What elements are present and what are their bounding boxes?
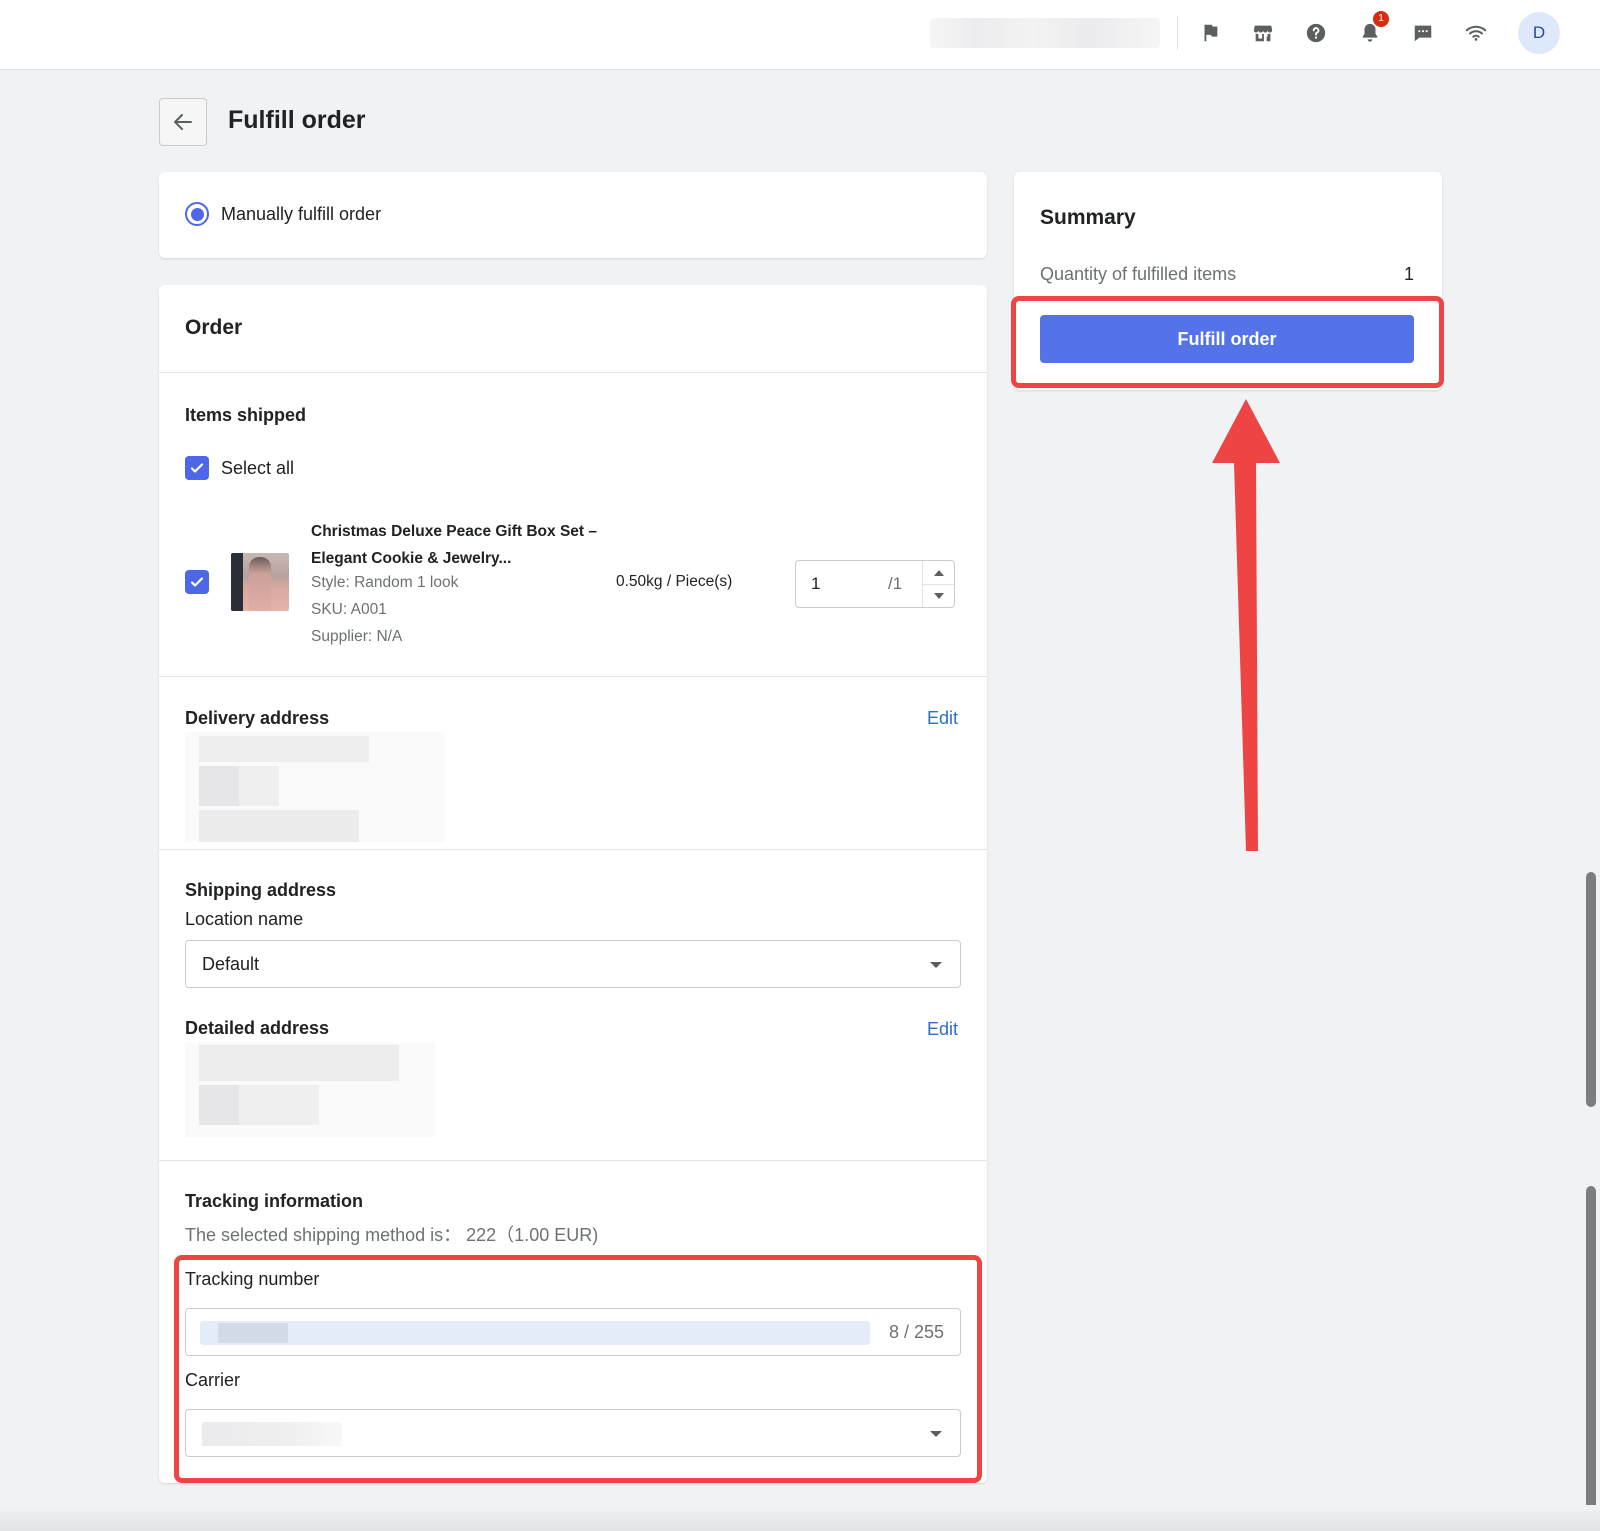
page-title: Fulfill order (228, 106, 366, 134)
divider (159, 1160, 987, 1161)
detailed-address-heading: Detailed address (185, 1018, 330, 1038)
avatar[interactable]: D (1518, 12, 1560, 54)
redacted-carrier-value (202, 1422, 342, 1446)
fulfill-order-button[interactable]: Fulfill order (1040, 315, 1414, 363)
tracking-char-count: 8 / 255 (888, 1322, 944, 1342)
select-all-label: Select all (221, 458, 295, 478)
arrow-left-icon (174, 114, 192, 130)
caret-up-icon (933, 569, 944, 576)
red-arrow-up-icon (1212, 399, 1280, 851)
item-checkbox[interactable] (185, 570, 209, 594)
flag-icon[interactable] (1197, 20, 1223, 46)
tracking-number-input[interactable]: 8 / 255 (185, 1308, 961, 1356)
product-name: Christmas Deluxe Peace Gift Box Set – El… (311, 523, 598, 567)
help-icon[interactable] (1303, 20, 1329, 46)
product-style: Style: Random 1 look (311, 574, 459, 591)
manual-fulfill-radio[interactable] (185, 202, 209, 226)
delivery-address-edit-link[interactable]: Edit (927, 708, 958, 729)
select-all-checkbox[interactable] (185, 456, 209, 480)
chevron-down-icon (930, 962, 942, 968)
topbar-divider (1177, 16, 1178, 50)
quantity-stepper[interactable]: 1 /1 (795, 560, 955, 608)
quantity-max: /1 (888, 574, 903, 593)
order-heading: Order (185, 316, 243, 339)
fulfilled-qty-label: Quantity of fulfilled items (1040, 264, 1237, 284)
location-name-label: Location name (185, 909, 304, 929)
page-bottom-edge (0, 1505, 1600, 1531)
caret-down-icon (933, 593, 944, 599)
increment-button[interactable] (923, 561, 954, 584)
carrier-label: Carrier (185, 1370, 241, 1390)
product-supplier: Supplier: N/A (311, 628, 403, 645)
location-value: Default (202, 954, 260, 974)
redacted-tracking-number (200, 1321, 870, 1345)
back-button[interactable] (159, 98, 207, 146)
manual-fulfill-label: Manually fulfill order (221, 204, 382, 224)
chevron-down-icon (930, 1431, 942, 1437)
fulfill-method-card: Manually fulfill order (159, 172, 987, 258)
quantity-value[interactable]: 1 (811, 574, 820, 594)
top-bar: 1 D (0, 0, 1600, 70)
decrement-button[interactable] (923, 584, 954, 607)
fulfilled-qty-value: 1 (1403, 264, 1414, 284)
location-select[interactable]: Default (185, 940, 961, 988)
summary-title: Summary (1040, 206, 1136, 229)
divider (159, 849, 987, 850)
wifi-icon[interactable] (1463, 20, 1489, 46)
check-icon (190, 463, 204, 473)
bell-icon[interactable]: 1 (1357, 11, 1389, 46)
redacted-detailed-address (185, 1043, 435, 1137)
shipping-method-text: The selected shipping method is： 222（1.0… (185, 1225, 599, 1245)
scrollbar-thumb[interactable] (1586, 872, 1596, 1107)
tracking-number-label: Tracking number (185, 1269, 320, 1289)
product-weight: 0.50kg / Piece(s) (616, 573, 733, 590)
delivery-address-heading: Delivery address (185, 708, 330, 728)
product-sku: SKU: A001 (311, 601, 387, 618)
tracking-heading: Tracking information (185, 1191, 364, 1211)
divider (159, 676, 987, 677)
order-card: Order Items shipped Select all Christmas… (159, 285, 987, 1483)
scrollbar-thumb[interactable] (1586, 1186, 1596, 1531)
product-thumbnail (231, 553, 289, 611)
detailed-address-edit-link[interactable]: Edit (927, 1019, 958, 1040)
shipping-address-heading: Shipping address (185, 880, 337, 900)
summary-card: Summary Quantity of fulfilled items 1 Fu… (1014, 172, 1442, 390)
items-shipped-heading: Items shipped (185, 405, 307, 425)
divider (159, 372, 987, 373)
check-icon (190, 577, 204, 587)
notification-badge: 1 (1373, 11, 1389, 27)
chat-icon[interactable] (1410, 20, 1436, 46)
store-icon[interactable] (1250, 20, 1276, 46)
redacted-delivery-address (185, 732, 445, 842)
carrier-select[interactable] (185, 1409, 961, 1457)
redacted-store-name (930, 18, 1160, 48)
